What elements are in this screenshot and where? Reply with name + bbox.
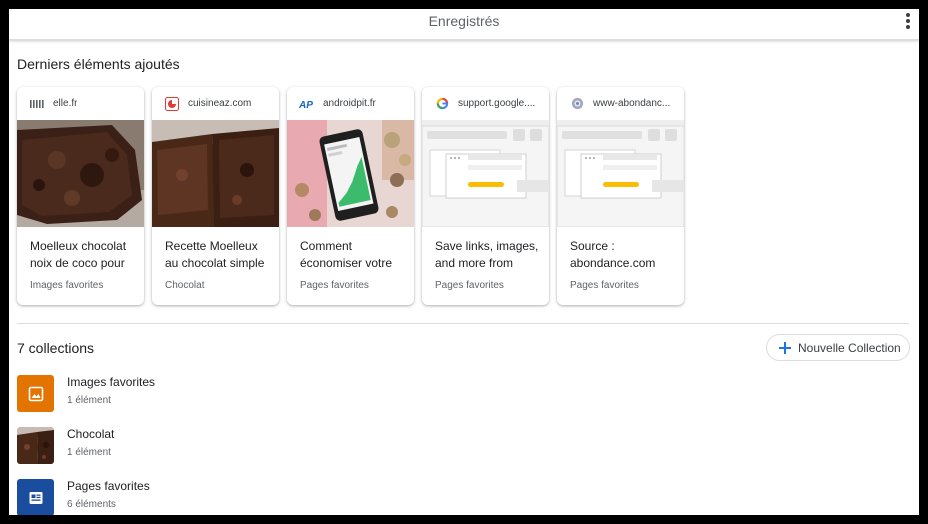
card-title: Save links, images, and more from [435, 239, 539, 270]
card-domain: www-abondanc... [593, 98, 671, 109]
card-collection: Chocolat [165, 280, 205, 291]
card-domain: cuisineaz.com [188, 98, 252, 109]
section-divider [17, 323, 909, 324]
collection-pages-favorites[interactable]: Pages favorites 6 éléments [17, 479, 817, 515]
card-domain: androidpit.fr [323, 98, 376, 109]
globe-icon [569, 96, 585, 112]
card-title: Source : abondance.com [570, 239, 656, 270]
chocolate-cake-photo [17, 120, 144, 227]
collection-count: 6 éléments [67, 499, 116, 510]
card-domain: support.google.... [458, 98, 536, 109]
collection-count: 1 élément [67, 447, 111, 458]
collections-count: 7 collections [17, 340, 95, 356]
recent-card-cuisineaz[interactable]: cuisineaz.com Recette Moelleux au chocol… [152, 87, 279, 305]
elle-logo-icon [29, 96, 45, 112]
more-options-icon[interactable] [903, 12, 913, 30]
collection-name: Chocolat [67, 427, 115, 441]
chocolate-cake-photo [17, 427, 54, 464]
phone-with-money-photo [287, 120, 414, 227]
svg-text:AP: AP [299, 100, 313, 110]
collection-count: 1 élément [67, 395, 111, 406]
google-logo-icon [434, 96, 450, 112]
card-collection: Images favorites [30, 280, 104, 291]
browser-illustration [422, 120, 549, 227]
page-icon [17, 479, 54, 515]
card-collection: Pages favorites [435, 280, 504, 291]
new-collection-button[interactable]: Nouvelle Collection [766, 334, 910, 361]
chocolate-cake-slices-photo [152, 120, 279, 227]
recent-card-elle[interactable]: elle.fr Moelleux chocolat noix de coco p… [17, 87, 144, 305]
cuisineaz-logo-icon [164, 96, 180, 112]
browser-illustration [557, 120, 684, 227]
collection-images-favorites[interactable]: Images favorites 1 élément [17, 375, 817, 415]
recent-items-list: elle.fr Moelleux chocolat noix de coco p… [17, 87, 692, 305]
card-domain: elle.fr [53, 98, 78, 109]
card-collection: Pages favorites [570, 280, 639, 291]
recent-card-google-support[interactable]: support.google.... Save links, images, a… [422, 87, 549, 305]
recent-card-androidpit[interactable]: AP androidpit.fr Comment économiser votr… [287, 87, 414, 305]
new-collection-label: Nouvelle Collection [798, 340, 901, 355]
plus-icon [779, 341, 791, 354]
collection-chocolat[interactable]: Chocolat 1 élément [17, 427, 817, 467]
saved-screen: Enregistrés Derniers éléments ajoutés el… [9, 9, 919, 515]
androidpit-logo-icon: AP [299, 96, 315, 112]
page-title: Enregistrés [428, 13, 500, 29]
collection-name: Images favorites [67, 375, 156, 389]
recent-card-abondance[interactable]: www-abondanc... Source: abondance.com P… [557, 87, 684, 305]
recent-items-title: Derniers éléments ajoutés [17, 56, 180, 72]
card-title: Recette Moelleux au chocolat simple [165, 239, 265, 270]
card-title: Comment économiser votre [300, 239, 393, 270]
top-bar: Enregistrés [9, 9, 919, 40]
card-collection: Pages favorites [300, 280, 369, 291]
image-icon [17, 375, 54, 412]
collection-name: Pages favorites [67, 479, 150, 493]
card-title: Moelleux chocolat noix de coco pour [30, 239, 127, 270]
